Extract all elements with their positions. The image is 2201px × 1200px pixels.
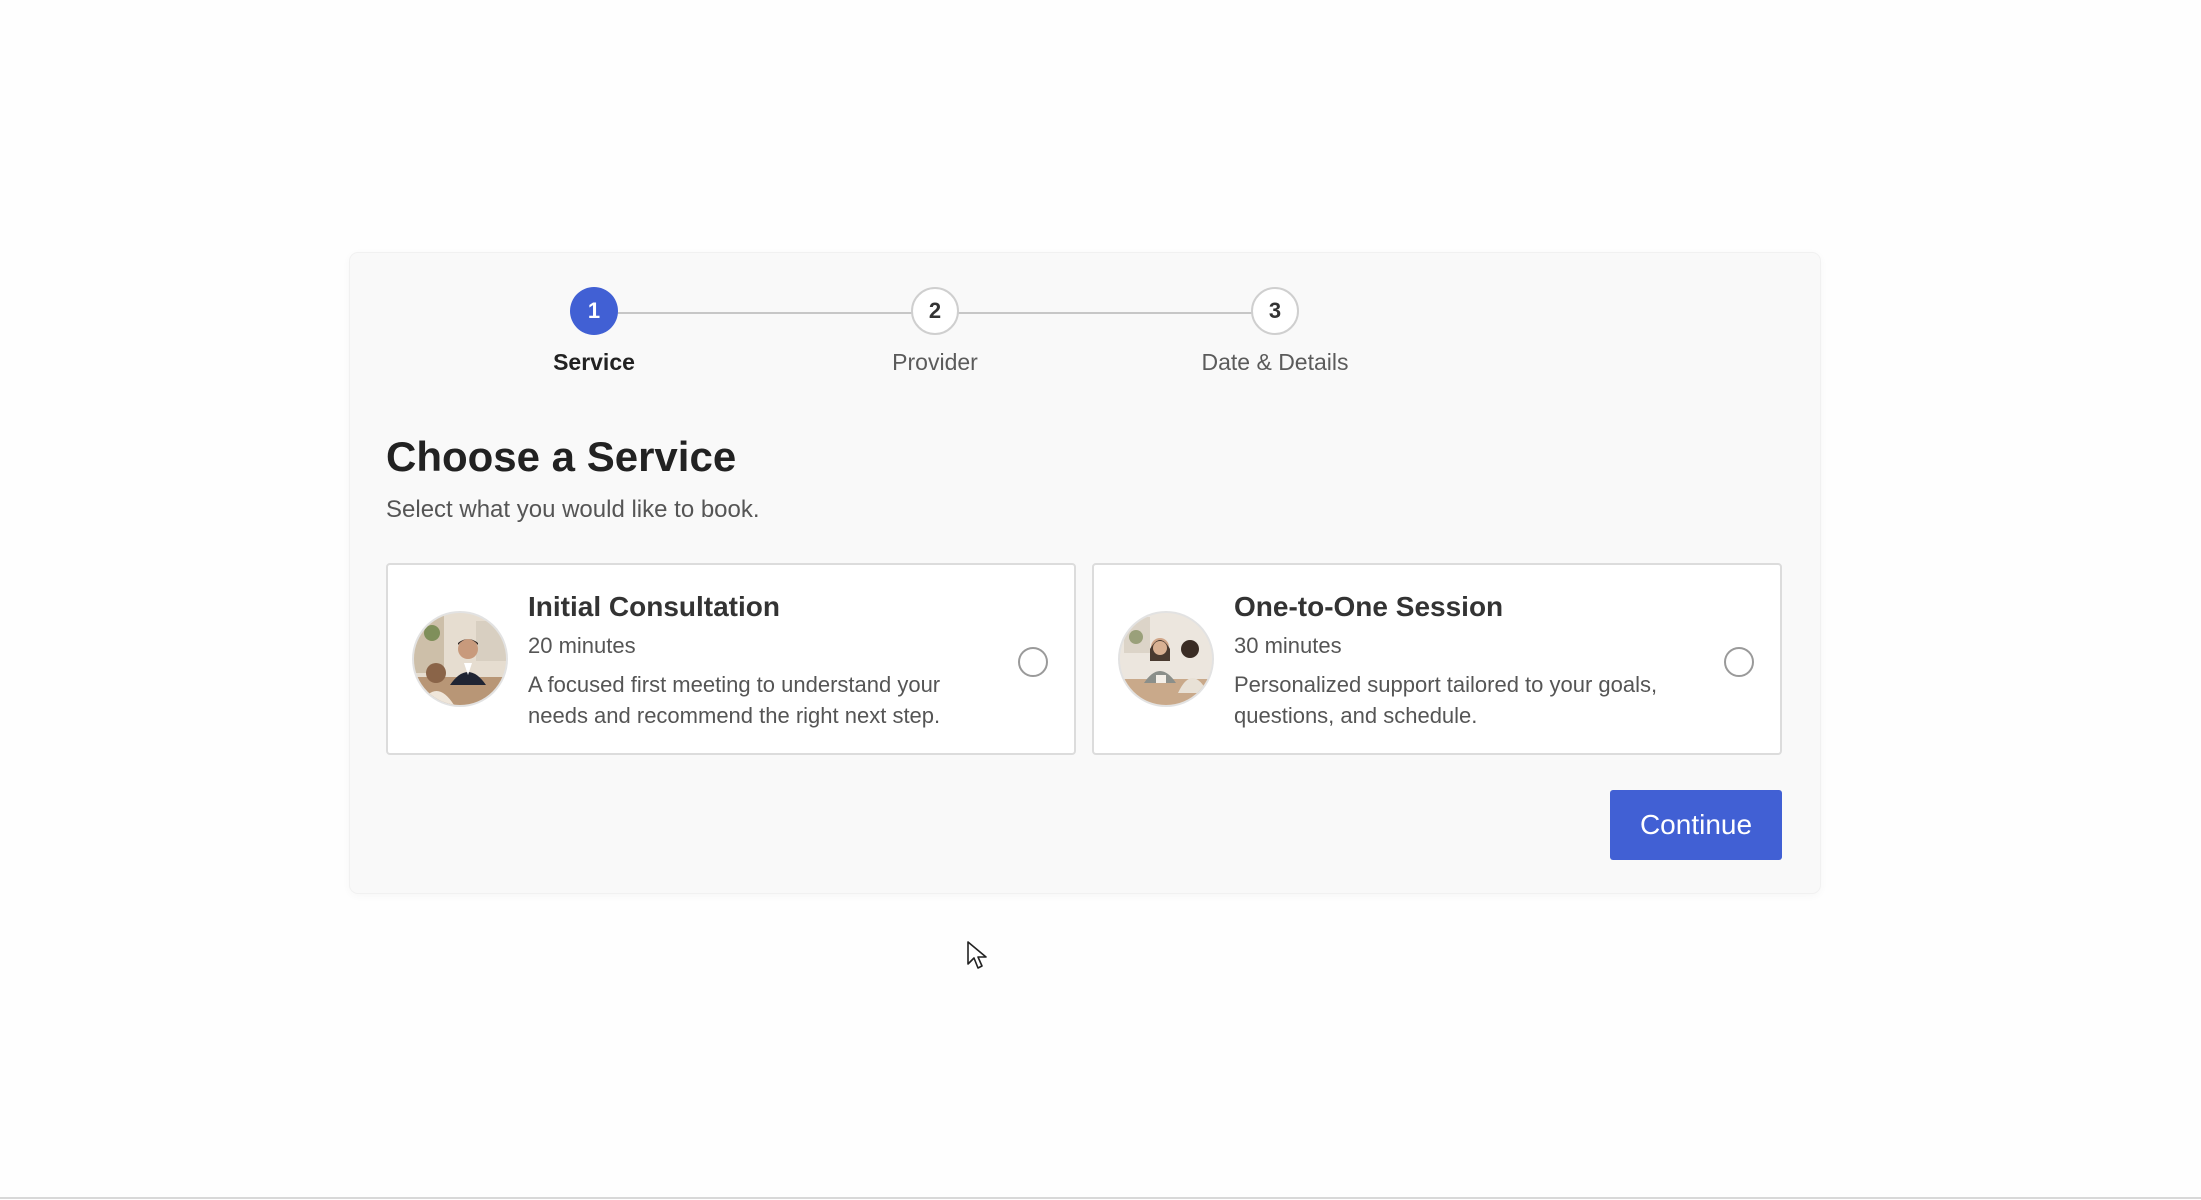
service-radio-one-to-one-session[interactable] xyxy=(1724,647,1754,677)
service-radio-initial-consultation[interactable] xyxy=(1018,647,1048,677)
step-label: Provider xyxy=(892,349,978,375)
service-description: A focused first meeting to understand yo… xyxy=(528,672,941,728)
step-number-badge: 2 xyxy=(911,287,959,335)
page-subtitle: Select what you would like to book. xyxy=(386,496,760,523)
session-photo-icon xyxy=(1120,613,1212,705)
consultant-photo-icon xyxy=(414,613,506,705)
step-service[interactable]: 1 Service xyxy=(474,287,714,376)
service-card-text: Initial Consultation 20 minutes A focuse… xyxy=(528,591,988,731)
window-bottom-border xyxy=(0,1197,2201,1199)
service-description: Personalized support tailored to your go… xyxy=(1234,672,1658,728)
booking-panel: 1 Service 2 Provider 3 Date & Details Ch… xyxy=(350,253,1820,893)
service-card-text: One-to-One Session 30 minutes Personaliz… xyxy=(1234,591,1694,731)
step-label: Service xyxy=(553,349,635,375)
page: 1 Service 2 Provider 3 Date & Details Ch… xyxy=(0,0,2201,1200)
step-date-details[interactable]: 3 Date & Details xyxy=(1155,287,1395,376)
step-label: Date & Details xyxy=(1201,349,1349,375)
step-number-badge: 1 xyxy=(570,287,618,335)
service-duration: 20 minutes xyxy=(528,633,636,658)
service-duration: 30 minutes xyxy=(1234,633,1342,658)
step-provider[interactable]: 2 Provider xyxy=(815,287,1055,376)
service-title: Initial Consultation xyxy=(528,591,780,622)
step-number-badge: 3 xyxy=(1251,287,1299,335)
page-title: Choose a Service xyxy=(386,433,737,480)
service-card-initial-consultation[interactable]: Initial Consultation 20 minutes A focuse… xyxy=(386,563,1076,755)
service-card-one-to-one-session[interactable]: One-to-One Session 30 minutes Personaliz… xyxy=(1092,563,1782,755)
stepper: 1 Service 2 Provider 3 Date & Details xyxy=(350,253,1820,393)
service-title: One-to-One Session xyxy=(1234,591,1504,622)
mouse-cursor-icon xyxy=(967,941,987,969)
continue-button[interactable]: Continue xyxy=(1610,790,1782,860)
